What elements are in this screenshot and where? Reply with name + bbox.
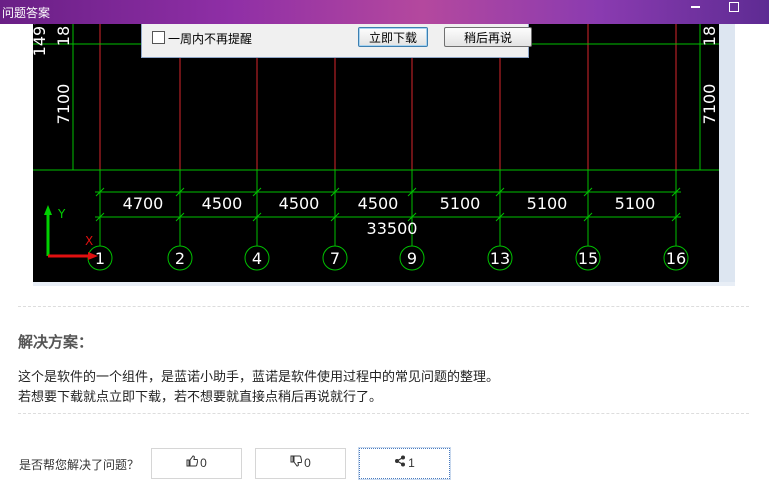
ucs-y-label: Y (57, 207, 66, 221)
drawing-frame-bottom (33, 282, 735, 286)
divider (18, 306, 749, 307)
share-count: 1 (408, 456, 415, 470)
axis-bubbles: 1 2 4 7 9 13 15 16 (87, 245, 689, 271)
axis-label: 13 (490, 249, 510, 268)
thumbs-down-button[interactable]: 0 (255, 448, 346, 479)
bay-dim-text: 4500 (358, 194, 399, 213)
total-dim-text: 33500 (367, 219, 418, 238)
no-remind-checkbox[interactable] (152, 31, 165, 44)
axis-label: 2 (175, 249, 185, 268)
axis-label: 16 (666, 249, 686, 268)
cad-drawing-image: 1491 18 7100 18 7100 4700 4500 4500 4500… (33, 24, 719, 282)
bay-dim-text: 4700 (123, 194, 164, 213)
bay-dim-text: 4500 (279, 194, 320, 213)
minimize-icon (691, 6, 700, 8)
left-dim-text: 7100 (54, 84, 73, 125)
drawing-frame-right (719, 24, 735, 286)
download-now-button[interactable]: 立即下载 (358, 27, 428, 47)
bay-dim-text: 5100 (440, 194, 481, 213)
solution-text-line: 这个是软件的一个组件，是蓝诺小助手，蓝诺是软件使用过程中的常见问题的整理。 (18, 369, 500, 384)
helpful-question: 是否帮您解决了问题？ (19, 458, 140, 472)
window-title: 问题答案 (2, 6, 51, 20)
left-dim-text: 1491 (33, 24, 49, 56)
minimize-button[interactable] (685, 0, 707, 14)
thumbs-up-button[interactable]: 0 (151, 448, 242, 479)
axis-label: 1 (95, 249, 105, 268)
axis-label: 15 (578, 249, 598, 268)
bay-dim-text: 5100 (615, 194, 656, 213)
window-titlebar: 问题答案 (0, 0, 769, 24)
axis-label: 9 (407, 249, 417, 268)
axis-label: 7 (330, 249, 340, 268)
thumbs-up-count: 0 (200, 456, 207, 470)
maximize-icon (729, 2, 739, 12)
thumbs-down-icon (290, 449, 303, 478)
share-button[interactable]: 1 (359, 448, 450, 479)
share-icon (394, 449, 406, 478)
bay-dim-text: 5100 (527, 194, 568, 213)
thumbs-down-count: 0 (304, 456, 311, 470)
solution-heading: 解决方案： (18, 334, 94, 351)
maximize-button[interactable] (723, 0, 745, 14)
bay-dim-text: 4500 (202, 194, 243, 213)
axis-label: 4 (252, 249, 262, 268)
ucs-x-label: X (85, 234, 93, 248)
left-dim-text: 18 (54, 26, 73, 46)
download-reminder-dialog: 一周内不再提醒 立即下载 稍后再说 (141, 24, 532, 58)
thumbs-up-icon (186, 449, 199, 478)
cad-drawing-svg: 1491 18 7100 18 7100 4700 4500 4500 4500… (33, 24, 719, 271)
solution-text-line: 若想要下载就点立即下载，若不想要就直接点稍后再说就行了。 (18, 389, 383, 404)
later-button[interactable]: 稍后再说 (444, 27, 532, 47)
no-remind-label[interactable]: 一周内不再提醒 (168, 30, 252, 47)
right-dim-text: 18 (700, 26, 719, 46)
divider (18, 413, 749, 414)
right-dim-text: 7100 (700, 84, 719, 125)
